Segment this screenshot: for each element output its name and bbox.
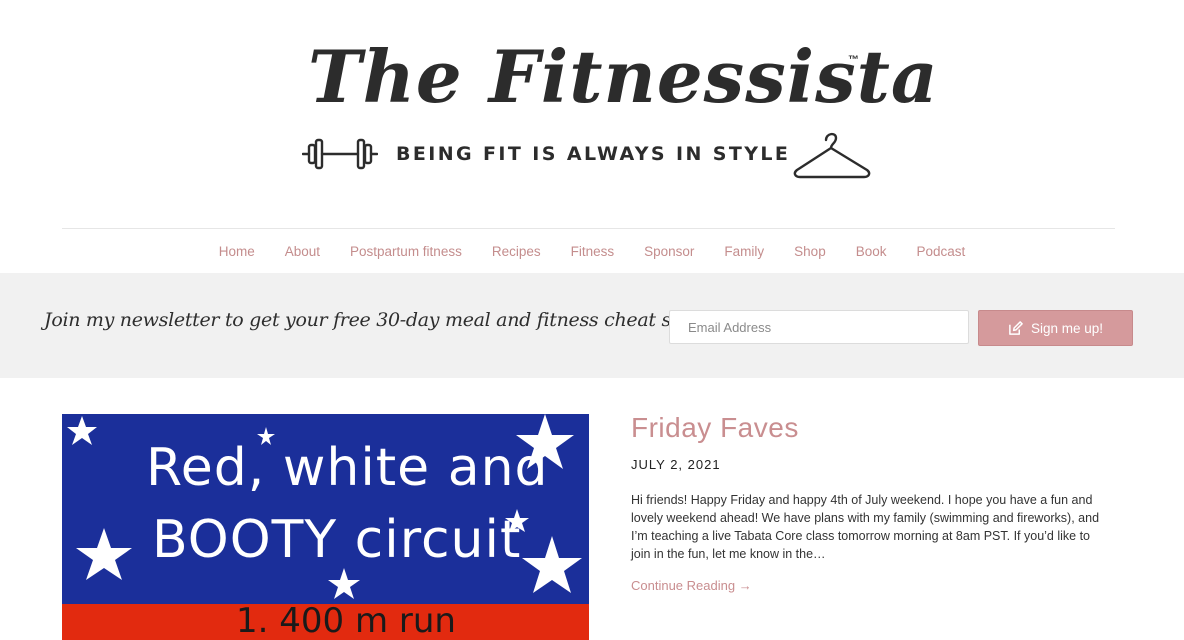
- nav-item-home[interactable]: Home: [219, 244, 255, 259]
- logo-tagline: BEING FIT IS ALWAYS IN STYLE: [396, 143, 791, 165]
- nav-item-shop[interactable]: Shop: [794, 244, 826, 259]
- dumbbell-icon: [302, 138, 378, 170]
- nav-item-sponsor[interactable]: Sponsor: [644, 244, 694, 259]
- signup-button[interactable]: Sign me up!: [978, 310, 1133, 346]
- nav-item-book[interactable]: Book: [856, 244, 887, 259]
- main-nav: Home About Postpartum fitness Recipes Fi…: [0, 229, 1184, 273]
- nav-item-fitness[interactable]: Fitness: [571, 244, 615, 259]
- nav-item-postpartum-fitness[interactable]: Postpartum fitness: [350, 244, 462, 259]
- site-logo[interactable]: The Fitnessista ™ BEING FIT IS ALWAYS IN…: [296, 30, 939, 190]
- signup-button-label: Sign me up!: [1030, 320, 1104, 336]
- edit-icon: [1009, 320, 1023, 335]
- post-date: JULY 2, 2021: [631, 457, 721, 472]
- logo-trademark: ™: [848, 54, 859, 66]
- post-excerpt: Hi friends! Happy Friday and happy 4th o…: [631, 493, 1100, 561]
- nav-item-about[interactable]: About: [285, 244, 320, 259]
- hanger-icon: [793, 132, 871, 179]
- newsletter-text: Join my newsletter to get your free 30-d…: [44, 309, 720, 331]
- post-featured-image[interactable]: Red, white and BOOTY circuit 1. 400 m ru…: [62, 414, 589, 640]
- nav-item-family[interactable]: Family: [724, 244, 764, 259]
- logo-wordmark: The Fitnessista: [308, 34, 939, 119]
- image-text-line3: 1. 400 m run: [236, 601, 456, 640]
- image-text-line2: BOOTY circuit: [152, 510, 522, 570]
- post-title[interactable]: Friday Faves: [631, 412, 799, 444]
- newsletter-banner: Join my newsletter to get your free 30-d…: [0, 273, 1184, 378]
- email-field[interactable]: [669, 310, 969, 344]
- nav-item-podcast[interactable]: Podcast: [916, 244, 965, 259]
- continue-reading-link[interactable]: Continue Reading →: [631, 578, 752, 593]
- site-header: The Fitnessista ™ BEING FIT IS ALWAYS IN…: [0, 0, 1184, 228]
- nav-item-recipes[interactable]: Recipes: [492, 244, 541, 259]
- image-text-line1: Red, white and: [146, 438, 549, 498]
